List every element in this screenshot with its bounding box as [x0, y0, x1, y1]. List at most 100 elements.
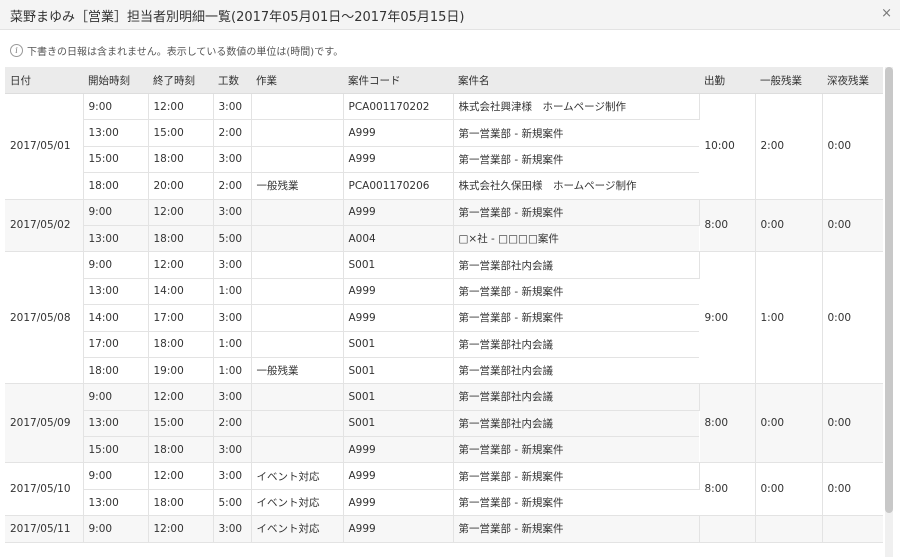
cell-shukkin: 8:00 [699, 462, 756, 517]
cell-sagyo [251, 436, 344, 464]
column-header-ippan: 一般残業 [755, 67, 822, 94]
cell-shinya: 0:00 [822, 383, 883, 464]
cell-code: S001 [343, 251, 454, 279]
detail-table-container[interactable]: 日付 開始時刻 終了時刻 工数 作業 案件コード 案件名 出勤 一般残業 深夜残… [5, 67, 883, 557]
cell-sagyo [251, 251, 344, 279]
cell-end: 18:00 [148, 146, 214, 174]
scrollbar-thumb[interactable] [885, 67, 893, 513]
cell-shukkin: 9:00 [699, 251, 756, 385]
column-header-end: 終了時刻 [148, 67, 213, 94]
table-header-row: 日付 開始時刻 終了時刻 工数 作業 案件コード 案件名 出勤 一般残業 深夜残… [5, 67, 883, 94]
cell-end: 20:00 [148, 172, 214, 200]
cell-sagyo [251, 146, 344, 174]
cell-sagyo: イベント対応 [251, 462, 344, 490]
dialog-titlebar: 菜野まゆみ［営業］担当者別明細一覧(2017年05月01日～2017年05月15… [0, 0, 900, 30]
cell-kosu: 2:00 [213, 410, 252, 438]
cell-start: 15:00 [83, 436, 149, 464]
cell-code: PCA001170202 [343, 93, 454, 121]
cell-start: 9:00 [83, 515, 149, 543]
column-header-shukkin: 出勤 [699, 67, 755, 94]
cell-start: 17:00 [83, 331, 149, 358]
cell-kosu: 3:00 [213, 515, 252, 543]
cell-start: 9:00 [83, 93, 149, 121]
cell-shinya: 0:00 [822, 93, 883, 200]
close-icon[interactable]: × [881, 7, 892, 21]
cell-start: 9:00 [83, 383, 149, 411]
cell-start: 9:00 [83, 199, 149, 226]
cell-start: 14:00 [83, 304, 149, 332]
cell-end: 18:00 [148, 225, 214, 253]
cell-start: 15:00 [83, 146, 149, 174]
cell-code: A999 [343, 199, 454, 226]
cell-code: A999 [343, 515, 454, 543]
table-row: 2017/05/11 9:00 12:00 3:00 イベント対応 A999 第一営業部 -… [5, 515, 883, 543]
cell-sagyo [251, 304, 344, 332]
cell-name: 第一営業部 - 新規案件 [453, 436, 699, 464]
cell-end: 18:00 [148, 489, 214, 517]
column-header-date: 日付 [5, 67, 83, 94]
cell-code: A999 [343, 489, 454, 517]
table-row: 2017/05/02 9:00 12:00 3:00 A999 第一営業部 - 新規案件 8… [5, 199, 883, 253]
cell-code: A999 [343, 146, 454, 174]
cell-ippan: 0:00 [755, 383, 823, 464]
cell-name: 第一営業部 - 新規案件 [453, 489, 699, 517]
cell-end: 15:00 [148, 410, 214, 438]
cell-name: □×社 - □□□□案件 [453, 225, 699, 253]
cell-date: 2017/05/09 [5, 383, 84, 464]
cell-shinya: 0:00 [822, 251, 883, 385]
cell-code: A999 [343, 304, 454, 332]
cell-name: 第一営業部 - 新規案件 [453, 199, 700, 226]
cell-kosu: 3:00 [213, 199, 252, 226]
column-header-start: 開始時刻 [83, 67, 148, 94]
cell-shukkin [699, 515, 756, 543]
cell-name: 第一営業部 - 新規案件 [453, 146, 699, 174]
cell-end: 12:00 [148, 515, 214, 543]
cell-sagyo [251, 119, 344, 147]
cell-end: 19:00 [148, 357, 214, 385]
cell-kosu: 3:00 [213, 146, 252, 174]
cell-name: 株式会社久保田様 ホームページ制作 [453, 172, 699, 200]
cell-name: 株式会社興津様 ホームページ制作 [453, 93, 700, 121]
cell-shinya: 0:00 [822, 462, 883, 517]
column-header-kosu: 工数 [213, 67, 251, 94]
cell-end: 12:00 [148, 93, 214, 121]
cell-name: 第一営業部 - 新規案件 [453, 278, 699, 306]
column-header-sagyo: 作業 [251, 67, 343, 94]
cell-ippan [755, 515, 823, 543]
cell-shinya [822, 515, 883, 543]
cell-name: 第一営業部社内会議 [453, 410, 699, 438]
cell-end: 14:00 [148, 278, 214, 306]
cell-start: 18:00 [83, 357, 149, 385]
cell-code: A004 [343, 225, 454, 253]
cell-shukkin: 8:00 [699, 383, 756, 464]
cell-sagyo [251, 225, 344, 253]
table-row: 2017/05/08 9:00 12:00 3:00 S001 第一営業部社内会議 9:00… [5, 251, 883, 385]
cell-ippan: 1:00 [755, 251, 823, 385]
vertical-scrollbar[interactable] [885, 67, 893, 557]
cell-kosu: 1:00 [213, 357, 252, 385]
cell-date: 2017/05/08 [5, 251, 84, 385]
cell-code: S001 [343, 410, 454, 438]
cell-code: S001 [343, 383, 454, 411]
table-body: 2017/05/01 9:00 12:00 3:00 PCA001170202 株式会社興… [5, 93, 883, 543]
cell-name: 第一営業部 - 新規案件 [453, 304, 699, 332]
table-row: 2017/05/01 9:00 12:00 3:00 PCA001170202 株式会社興… [5, 93, 883, 200]
cell-end: 12:00 [148, 251, 214, 279]
cell-kosu: 5:00 [213, 225, 252, 253]
cell-kosu: 1:00 [213, 278, 252, 306]
column-header-shinya: 深夜残業 [822, 67, 883, 94]
cell-kosu: 3:00 [213, 304, 252, 332]
cell-date: 2017/05/10 [5, 462, 84, 517]
cell-name: 第一営業部社内会議 [453, 383, 700, 411]
column-header-name: 案件名 [453, 67, 699, 94]
cell-ippan: 2:00 [755, 93, 823, 200]
cell-name: 第一営業部 - 新規案件 [453, 119, 699, 147]
cell-kosu: 3:00 [213, 251, 252, 279]
info-icon: i [10, 44, 23, 57]
cell-start: 13:00 [83, 278, 149, 306]
notice-message: i 下書きの日報は含まれません。表示している数値の単位は(時間)です。 [10, 43, 343, 58]
cell-code: A999 [343, 462, 454, 490]
cell-sagyo: 一般残業 [251, 357, 344, 385]
cell-end: 12:00 [148, 462, 214, 490]
cell-name: 第一営業部社内会議 [453, 251, 700, 279]
